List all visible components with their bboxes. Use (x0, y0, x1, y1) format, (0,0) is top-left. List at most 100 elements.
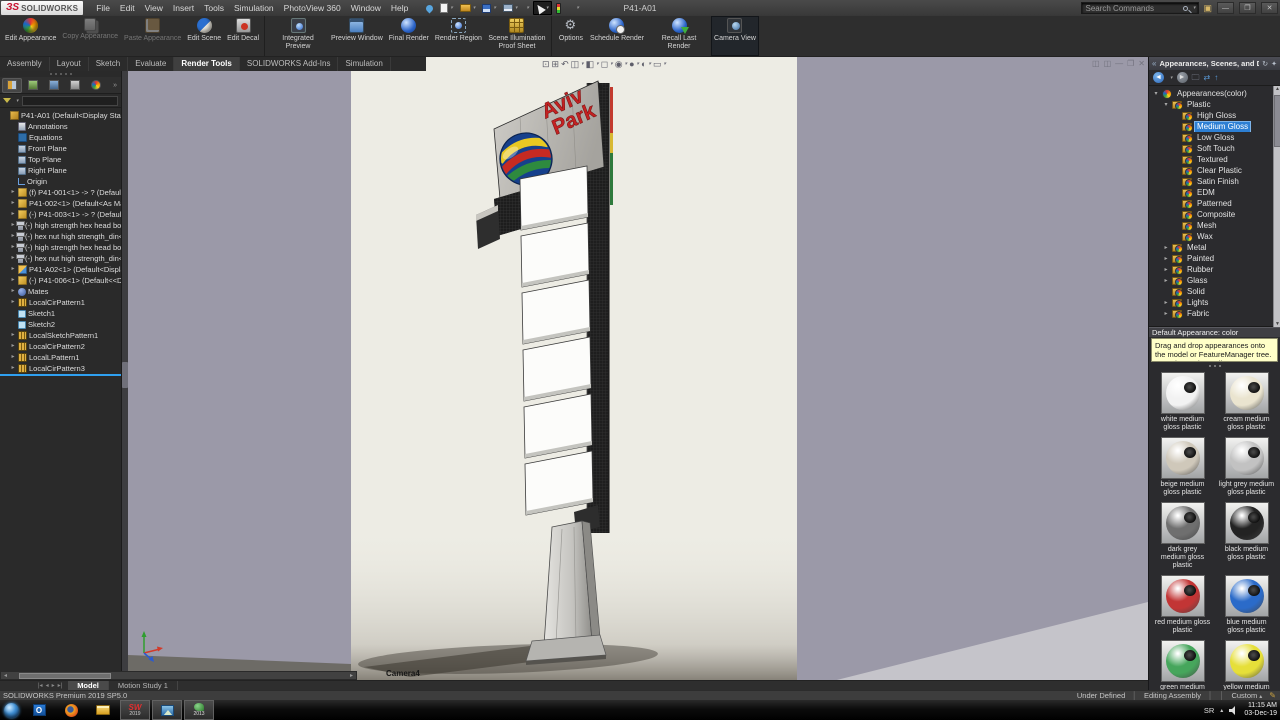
edit-scene-button[interactable]: Edit Scene (184, 16, 224, 56)
edit-appearance-icon[interactable]: ● ▾ (629, 58, 639, 70)
taskbar-solidworks[interactable]: SW 2019 (120, 700, 150, 720)
back-icon[interactable]: ◄ (1153, 72, 1164, 83)
pin-pane-icon[interactable]: ✦ (1271, 60, 1277, 68)
section-view-icon[interactable]: ◫ ▾ (571, 58, 584, 70)
view-orientation-icon[interactable]: ◧ ▾ (586, 58, 599, 70)
feature-tree-item[interactable]: (f) P41-001<1> -> ? (Default<As Mac (0, 187, 121, 198)
expand-arrow-icon[interactable] (10, 341, 16, 352)
tree-filter-input[interactable] (22, 96, 118, 106)
tray-expand-icon[interactable]: ▴ (1220, 707, 1223, 714)
featuremanager-tab-icon[interactable] (2, 78, 22, 93)
expand-arrow-icon[interactable] (1163, 266, 1169, 273)
menu-item[interactable]: File (91, 0, 115, 16)
appearance-swatch[interactable]: black medium gloss plastic (1219, 502, 1275, 570)
appearance-tree-item[interactable]: Low Gloss (1149, 132, 1280, 143)
displaymanager-tab-icon[interactable] (86, 78, 106, 93)
appearance-tree-item[interactable]: Rubber (1149, 264, 1280, 275)
expand-arrow-icon[interactable] (10, 297, 16, 308)
horizontal-scrollbar[interactable]: ◂ ▸ (0, 671, 357, 680)
save-button[interactable]: ▾ (479, 1, 499, 15)
new-document-button[interactable]: ▾ (437, 1, 456, 15)
feature-tree-item[interactable]: LocalCirPattern1 (0, 297, 121, 308)
next-tab-icon[interactable]: ▸ (52, 681, 55, 691)
appearance-tree-item[interactable]: Appearances(color) (1149, 88, 1280, 99)
appearance-swatch[interactable]: green medium gloss plastic (1155, 640, 1211, 690)
appearance-swatch[interactable]: blue medium gloss plastic (1219, 575, 1275, 635)
previous-view-icon[interactable]: ↶ ▾ (561, 58, 569, 70)
dimxpertmanager-tab-icon[interactable] (65, 78, 85, 93)
appearance-tree-item[interactable]: EDM (1149, 187, 1280, 198)
feature-tree-item[interactable]: P41-A02<1> (Default<Display State- (0, 264, 121, 275)
expand-arrow-icon[interactable] (1163, 299, 1169, 306)
sync-icon[interactable]: ⇄ (1204, 70, 1211, 86)
feature-tree-item[interactable]: (-) hex nut high strength_din<268> ( (0, 231, 121, 242)
collapse-pane-icon[interactable]: « (1152, 57, 1156, 70)
menu-item[interactable]: Insert (168, 0, 199, 16)
expand-arrow-icon[interactable] (1163, 277, 1169, 284)
appearance-tree-item[interactable]: Composite (1149, 209, 1280, 220)
edit-appearance-button[interactable]: Edit Appearance (2, 16, 59, 56)
expand-arrow-icon[interactable] (10, 352, 16, 363)
graphics-viewport[interactable]: Aviv Park (128, 57, 1148, 690)
minimize-button[interactable]: — (1217, 2, 1234, 14)
appearance-swatch[interactable]: beige medium gloss plastic (1155, 437, 1211, 497)
close-button[interactable]: ✕ (1261, 2, 1278, 14)
appearance-swatch[interactable]: yellow medium gloss plastic (1219, 640, 1275, 690)
menu-item[interactable]: PhotoView 360 (279, 0, 346, 16)
appearance-tree-item[interactable]: High Gloss (1149, 110, 1280, 121)
menu-item[interactable]: View (140, 0, 168, 16)
scrollbar-thumb[interactable] (1274, 95, 1280, 147)
pane-split-icon[interactable]: ◫ (1092, 58, 1100, 70)
zoom-to-fit-icon[interactable]: ⊡ ▾ (542, 58, 550, 70)
appearance-tree-item[interactable]: Wax (1149, 231, 1280, 242)
expand-arrow-icon[interactable] (1163, 310, 1169, 317)
scrollbar-thumb[interactable] (19, 673, 111, 679)
last-tab-icon[interactable]: ▸| (58, 681, 63, 691)
language-indicator[interactable]: SR (1204, 706, 1214, 715)
appearance-tree-item[interactable]: Painted (1149, 253, 1280, 264)
expand-arrow-icon[interactable] (10, 264, 16, 275)
commandmanager-tab[interactable]: Sketch (89, 57, 128, 71)
selection-filter-button[interactable]: ▾ (553, 1, 564, 15)
refresh-icon[interactable]: ↻ (1262, 60, 1268, 68)
appearance-tree-item[interactable]: Glass (1149, 275, 1280, 286)
integrated-preview-button[interactable]: Integrated Preview (264, 16, 328, 56)
commandmanager-tab[interactable]: Layout (50, 57, 89, 71)
appearance-swatch[interactable]: red medium gloss plastic (1155, 575, 1211, 635)
commandmanager-tab[interactable]: Evaluate (128, 57, 174, 71)
copy-appearance-button[interactable]: Copy Appearance (59, 16, 121, 56)
zoom-to-area-icon[interactable]: ⊞ ▾ (552, 58, 560, 70)
start-button[interactable] (0, 700, 22, 720)
taskbar-explorer[interactable] (88, 700, 118, 720)
feature-tree-item[interactable]: Mates (0, 286, 121, 297)
expand-arrow-icon[interactable] (10, 209, 16, 220)
expand-arrow-icon[interactable] (10, 275, 16, 286)
appearance-swatch[interactable]: white medium gloss plastic (1155, 372, 1211, 432)
appearance-tree-item[interactable]: Textured (1149, 154, 1280, 165)
feature-tree-item[interactable]: Right Plane (0, 165, 121, 176)
search-icon[interactable] (1183, 6, 1188, 11)
display-grid-button[interactable]: ▾ (565, 1, 571, 15)
menu-item[interactable]: Simulation (229, 0, 279, 16)
viewport-close-icon[interactable]: ✕ (1138, 58, 1145, 70)
panel-splitter[interactable] (122, 57, 128, 690)
pane-resize-handle[interactable] (1149, 362, 1280, 370)
appearance-tree-item[interactable]: Mesh (1149, 220, 1280, 231)
appearance-tree-item[interactable]: Soft Touch (1149, 143, 1280, 154)
taskbar-composer[interactable]: 2013 (184, 700, 214, 720)
speaker-icon[interactable] (1229, 706, 1238, 715)
camera-view-button[interactable]: Camera View (711, 16, 759, 56)
feature-tree-item[interactable]: Annotations (0, 121, 121, 132)
feature-tree-item[interactable]: LocalSketchPattern1 (0, 330, 121, 341)
expand-arrow-icon[interactable] (1163, 101, 1169, 108)
restore-button[interactable]: ❐ (1239, 2, 1256, 14)
appearance-tree-item[interactable]: Clear Plastic (1149, 165, 1280, 176)
prev-tab-icon[interactable]: ◂ (46, 681, 49, 691)
menu-item[interactable]: Tools (199, 0, 229, 16)
feature-tree-item[interactable]: Equations (0, 132, 121, 143)
appearance-swatch[interactable]: light grey medium gloss plastic (1219, 437, 1275, 497)
feature-tree-item[interactable]: LocalCirPattern2 (0, 341, 121, 352)
final-render-button[interactable]: Final Render (386, 16, 432, 56)
appearance-tree-item[interactable]: Patterned (1149, 198, 1280, 209)
appearance-tree-item[interactable]: Solid (1149, 286, 1280, 297)
